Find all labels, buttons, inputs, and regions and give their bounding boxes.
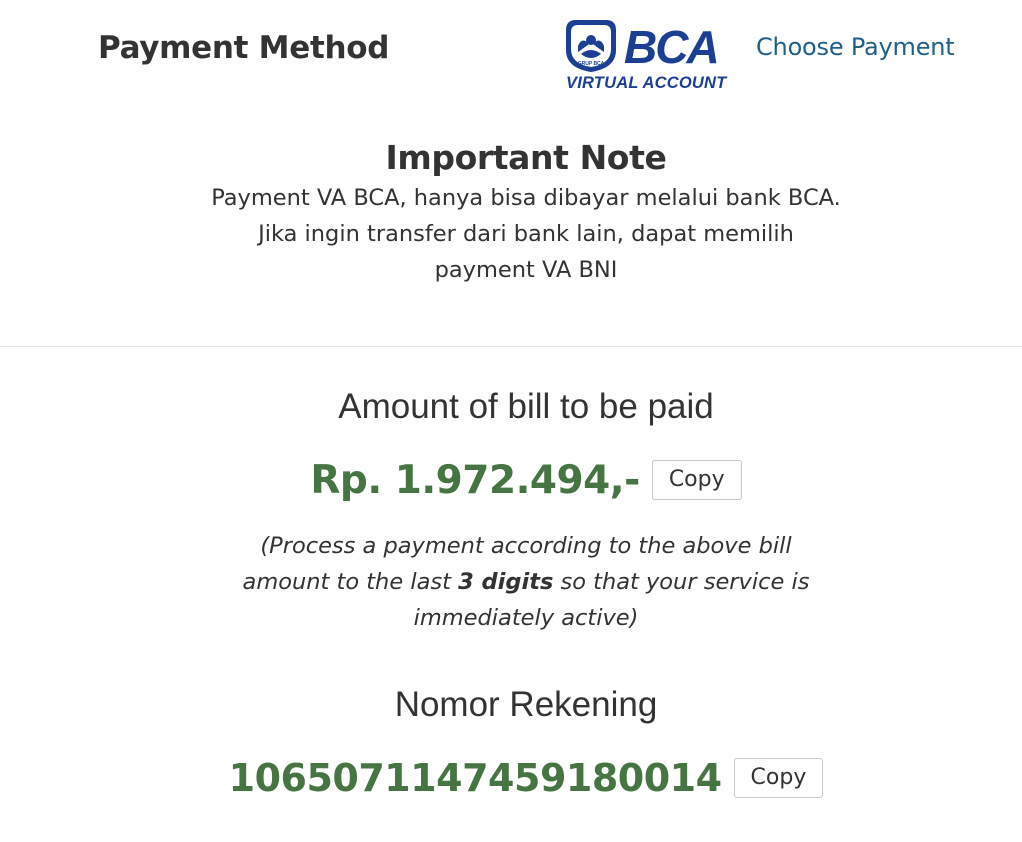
svg-text:GRUP BCA: GRUP BCA (578, 61, 605, 67)
important-note-body: Payment VA BCA, hanya bisa dibayar melal… (211, 185, 841, 283)
bca-wordmark: BCA (624, 21, 718, 73)
divider (0, 346, 1022, 347)
amount-row: Rp. 1.972.494,- Copy (0, 452, 1022, 508)
virtual-account-label: VIRTUAL ACCOUNT (566, 74, 728, 92)
copy-amount-button[interactable]: Copy (651, 460, 742, 500)
amount-value: Rp. 1.972.494,- (310, 457, 640, 503)
payment-instruction: (Process a payment according to the abov… (0, 528, 1022, 636)
page-title: Payment Method (98, 30, 390, 66)
important-note-title: Important Note (385, 138, 667, 177)
copy-account-number-button[interactable]: Copy (733, 758, 824, 798)
amount-heading: Amount of bill to be paid (338, 387, 714, 426)
account-number-row: 1065071147459180014 Copy (0, 750, 1022, 806)
header: Payment Method GRUP BCA BCA VIRTUAL ACCO… (0, 0, 1022, 110)
account-number-value: 1065071147459180014 (228, 756, 722, 800)
important-note: Important Note Payment VA BCA, hanya bis… (0, 136, 1022, 288)
account-number-heading: Nomor Rekening (394, 685, 658, 724)
bca-virtual-account-logo: GRUP BCA BCA VIRTUAL ACCOUNT (566, 20, 728, 92)
instruction-bold: 3 digits (458, 569, 554, 595)
choose-payment-link[interactable]: Choose Payment (756, 33, 955, 61)
bca-emblem-icon: GRUP BCA (566, 20, 616, 72)
